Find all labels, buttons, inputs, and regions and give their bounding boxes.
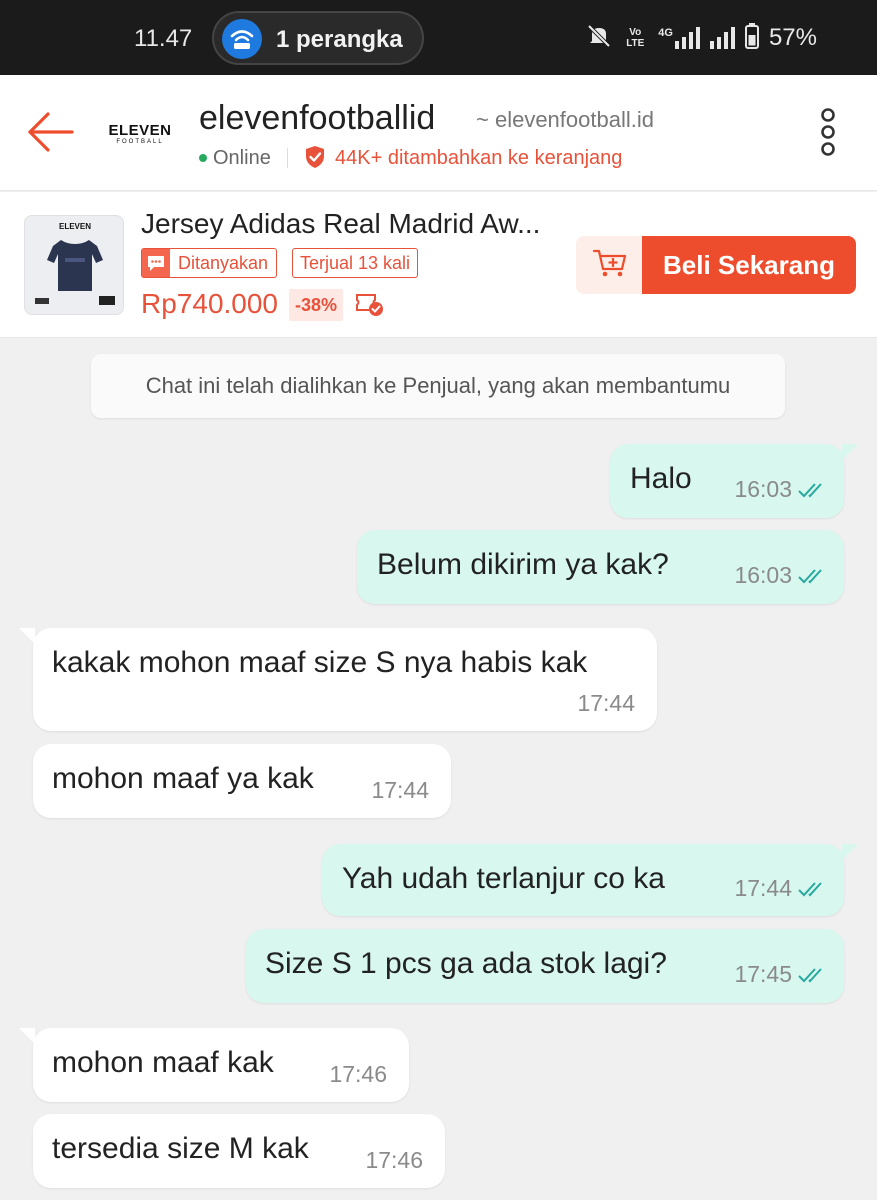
- message-text: tersedia size M kak: [52, 1132, 309, 1165]
- message-meta: 17:44: [577, 690, 635, 717]
- shop-name[interactable]: elevenfootballid: [199, 99, 435, 138]
- message-text: Size S 1 pcs ga ada stok lagi?: [265, 947, 667, 980]
- message-time: 17:44: [734, 875, 792, 901]
- signal-4g-icon: 4G: [658, 27, 700, 49]
- message-text: Halo: [630, 462, 692, 495]
- asked-tag-label: Ditanyakan: [178, 252, 269, 273]
- chat-message-incoming[interactable]: mohon maaf kak 17:46: [19, 1028, 409, 1102]
- hotspot-icon: [222, 19, 262, 59]
- connected-devices-pill[interactable]: 1 perangka: [212, 11, 424, 65]
- message-time: 16:03: [734, 476, 792, 502]
- shield-check-icon: [304, 145, 326, 169]
- message-time: 17:46: [365, 1147, 423, 1173]
- signal-icon: [709, 27, 735, 49]
- connected-devices-text: 1 perangka: [276, 26, 403, 53]
- message-time: 17:46: [329, 1061, 387, 1087]
- shop-logo-text: ELEVEN: [108, 121, 172, 139]
- chat-message-incoming[interactable]: tersedia size M kak 17:46: [33, 1114, 445, 1188]
- message-text: kakak mohon maaf size S nya habis kak: [52, 646, 588, 679]
- sold-tag: Terjual 13 kali: [292, 248, 419, 278]
- message-time: 16:03: [734, 562, 792, 588]
- status-icons: Vo LTE 4G 57%: [586, 20, 817, 56]
- chat-message-outgoing[interactable]: Size S 1 pcs ga ada stok lagi? 17:45: [246, 929, 844, 1003]
- svg-text:ELEVEN: ELEVEN: [59, 222, 91, 231]
- double-check-icon: [798, 482, 822, 497]
- message-time: 17:44: [371, 777, 429, 803]
- chat-message-incoming[interactable]: kakak mohon maaf size S nya habis kak 17…: [19, 628, 657, 731]
- message-text: mohon maaf ya kak: [52, 762, 314, 795]
- double-check-icon: [798, 881, 822, 896]
- cart-added-stat: 44K+ ditambahkan ke keranjang: [335, 147, 623, 169]
- chat-message-outgoing[interactable]: Belum dikirim ya kak? 16:03: [357, 530, 844, 604]
- buy-now-button[interactable]: Beli Sekarang: [642, 236, 856, 294]
- battery-icon: [744, 22, 759, 54]
- chat-header: ELEVEN FOOTBALL elevenfootballid ~ eleve…: [0, 75, 877, 191]
- chat-bubble-icon: [142, 249, 170, 277]
- double-check-icon: [798, 568, 822, 583]
- add-to-cart-button[interactable]: [576, 236, 644, 294]
- mute-notification-icon: [586, 23, 612, 54]
- discount-badge: -38%: [289, 289, 344, 321]
- product-image[interactable]: ELEVEN: [24, 215, 124, 315]
- online-status-dot: [199, 154, 207, 162]
- shop-logo-subtext: FOOTBALL: [116, 138, 164, 145]
- message-meta: 17:46: [329, 1061, 387, 1088]
- message-meta: 17:44: [371, 777, 429, 804]
- message-meta: 17:46: [365, 1147, 423, 1174]
- add-to-cart-icon: [592, 247, 628, 284]
- message-meta: 17:45: [734, 961, 830, 988]
- more-vertical-icon[interactable]: [818, 107, 838, 157]
- battery-percent: 57%: [768, 24, 817, 51]
- message-meta: 16:03: [734, 476, 830, 503]
- message-text: Yah udah terlanjur co ka: [342, 862, 665, 895]
- chat-message-outgoing[interactable]: Yah udah terlanjur co ka 17:44: [322, 844, 858, 916]
- double-check-icon: [798, 967, 822, 982]
- shop-logo[interactable]: ELEVEN FOOTBALL: [104, 107, 176, 159]
- message-time: 17:44: [577, 690, 635, 716]
- network-type-label: 4G: [658, 27, 673, 39]
- volte-indicator: Vo LTE: [626, 27, 645, 49]
- message-time: 17:45: [734, 961, 792, 987]
- shop-domain: ~ elevenfootball.id: [476, 107, 654, 132]
- status-bar: 11.47 1 perangka Vo LTE 4G 57%: [0, 0, 877, 75]
- product-price: Rp740.000: [141, 288, 279, 319]
- status-time: 11.47: [134, 25, 193, 52]
- product-title[interactable]: Jersey Adidas Real Madrid Aw...: [141, 208, 561, 240]
- asked-tag: Ditanyakan: [141, 248, 278, 278]
- voucher-check-icon: [355, 292, 385, 318]
- system-notice: Chat ini telah dialihkan ke Penjual, yan…: [91, 354, 785, 418]
- message-text: mohon maaf kak: [52, 1046, 274, 1079]
- product-card[interactable]: ELEVEN Jersey Adidas Real Madrid Aw... D…: [0, 192, 877, 338]
- sold-tag-label: Terjual 13 kali: [300, 252, 411, 273]
- message-meta: 17:44: [734, 875, 830, 902]
- chat-message-outgoing[interactable]: Halo 16:03: [610, 444, 858, 518]
- message-meta: 16:03: [734, 562, 830, 589]
- chat-message-incoming[interactable]: mohon maaf ya kak 17:44: [33, 744, 451, 818]
- online-status: Online: [213, 147, 271, 169]
- arrow-left-icon[interactable]: [26, 111, 76, 153]
- header-divider: [287, 148, 288, 168]
- message-text: Belum dikirim ya kak?: [377, 548, 669, 581]
